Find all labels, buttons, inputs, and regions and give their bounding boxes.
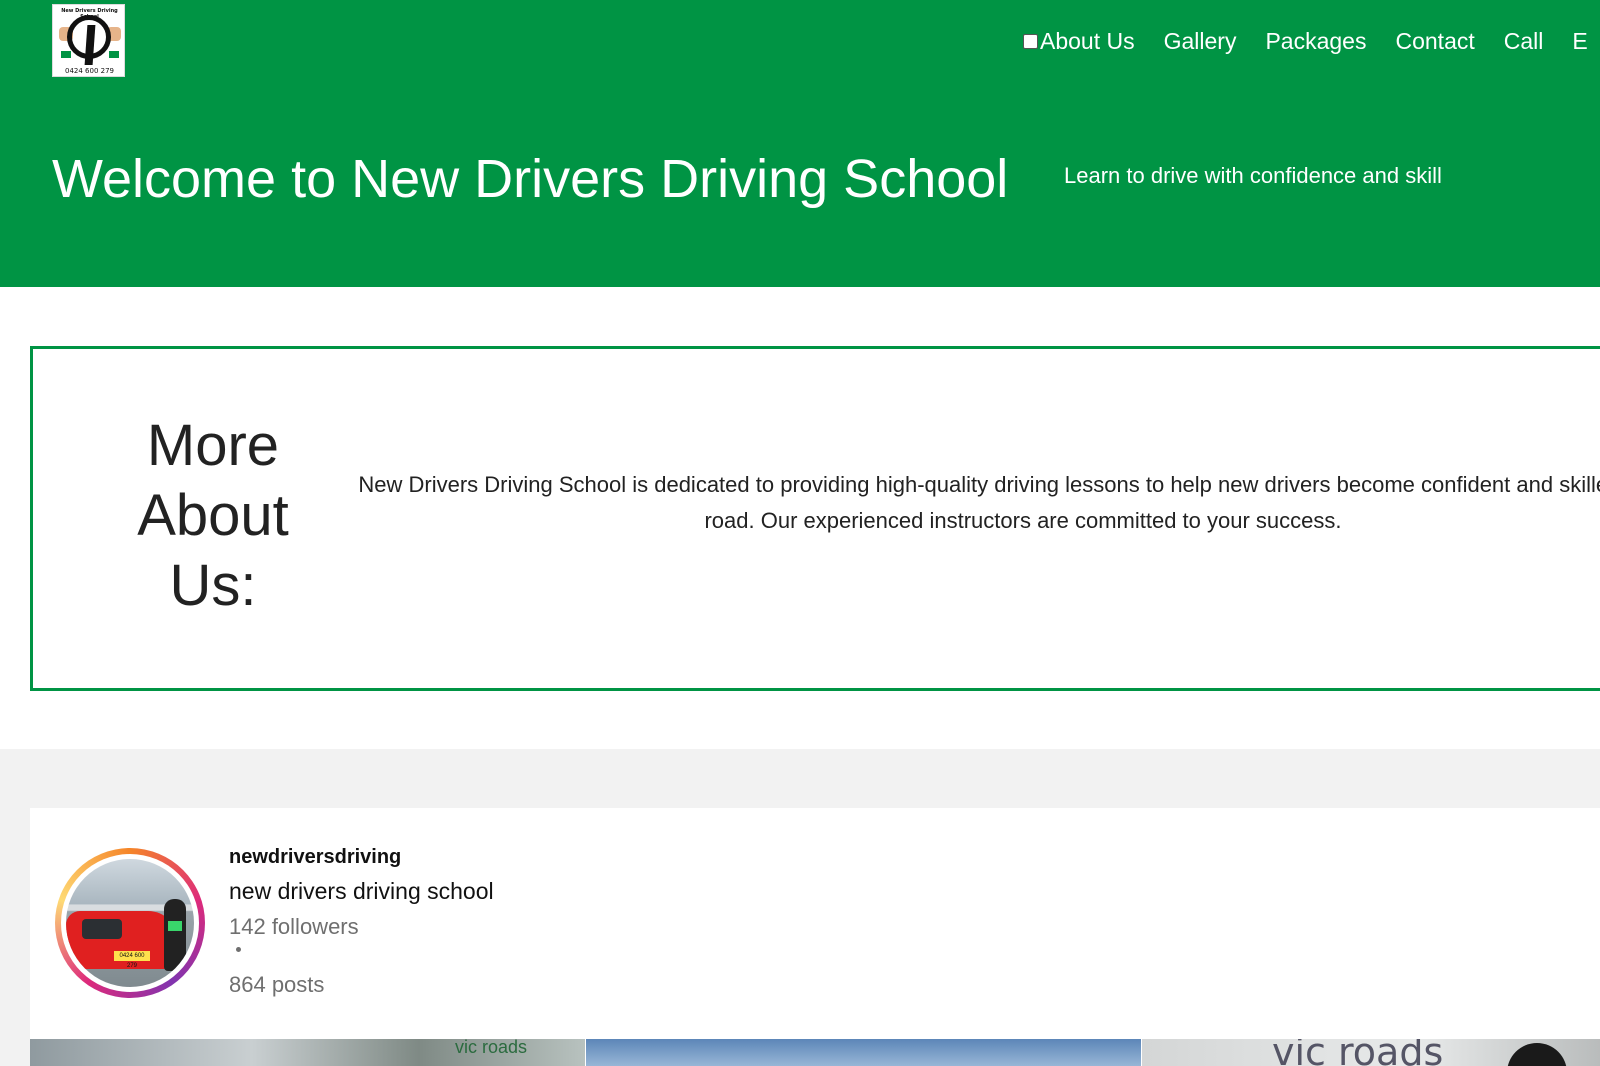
instagram-username[interactable]: newdriversdriving	[229, 846, 401, 869]
instagram-avatar[interactable]: 0424 600 279	[55, 848, 205, 998]
person-icon	[1507, 1043, 1567, 1066]
main-nav: About Us Gallery Packages Contact Call E	[1023, 26, 1600, 56]
licence-card-icon	[168, 921, 182, 931]
nav-link-packages[interactable]: Packages	[1265, 28, 1366, 55]
instagram-post-thumbnail[interactable]	[586, 1039, 1141, 1066]
thumbnail-caption: vic roads	[455, 1039, 528, 1057]
about-text: New Drivers Driving School is dedicated …	[358, 472, 1600, 533]
logo-flag-left-icon	[61, 51, 71, 58]
instagram-post-thumbnail[interactable]: vic roads	[1142, 1039, 1600, 1066]
instagram-display-name: new drivers driving school	[229, 878, 494, 904]
nav-link-e[interactable]: E	[1572, 28, 1587, 55]
about-heading: More About Us:	[137, 413, 289, 618]
car-window-icon	[82, 919, 122, 939]
road-icon	[84, 25, 96, 65]
nav-toggle-checkbox[interactable]	[1023, 33, 1038, 49]
separator-dot	[236, 947, 241, 952]
instagram-posts: 864 posts	[229, 972, 325, 997]
nav-link-contact[interactable]: Contact	[1395, 28, 1474, 55]
nav-link-gallery[interactable]: Gallery	[1164, 28, 1237, 55]
person-icon	[164, 899, 186, 971]
avatar-photo: 0424 600 279	[66, 859, 194, 987]
instagram-profile-card: 0424 600 279 newdriversdriving new drive…	[30, 808, 1600, 1066]
hero-subtitle: Learn to drive with confidence and skill	[1064, 163, 1442, 188]
avatar-plate-text: 0424 600 279	[114, 951, 150, 969]
nav-link-call[interactable]: Call	[1504, 28, 1544, 55]
logo-flag-right-icon	[109, 51, 119, 58]
logo-phone-text: 0424 600 279	[65, 67, 114, 75]
instagram-followers: 142 followers	[229, 914, 359, 939]
about-section: More About Us: New Drivers Driving Schoo…	[30, 346, 1600, 691]
instagram-section: 0424 600 279 newdriversdriving new drive…	[0, 749, 1600, 1066]
site-header: New Drivers Driving School 0424 600 279 …	[0, 0, 1600, 287]
hero-title: Welcome to New Drivers Driving School	[52, 149, 1009, 209]
avatar-ring: 0424 600 279	[61, 854, 199, 992]
page: New Drivers Driving School 0424 600 279 …	[0, 0, 1600, 1066]
thumbnail-caption: vic roads	[1272, 1039, 1444, 1066]
instagram-post-thumbnail[interactable]: vic roads	[30, 1039, 585, 1066]
nav-link-about-us[interactable]: About Us	[1040, 28, 1135, 55]
site-logo[interactable]: New Drivers Driving School 0424 600 279	[52, 4, 125, 77]
